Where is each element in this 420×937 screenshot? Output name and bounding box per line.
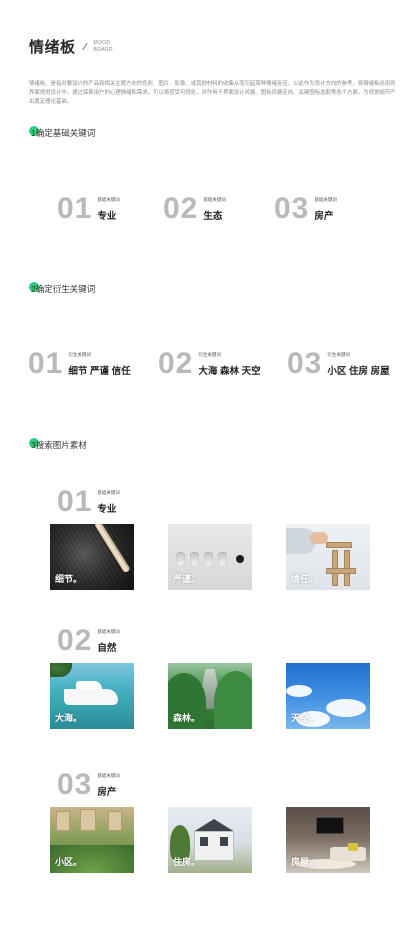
step-1-heading: 1确定基础关键词	[29, 126, 96, 139]
material-group-1-heading: 01 基础关键词专业	[57, 485, 120, 518]
base-keyword-2: 02 基础关键词生态	[163, 192, 226, 225]
image-caption: 细节。	[55, 574, 83, 584]
image-caption: 严谨。	[173, 574, 201, 584]
keyword-number: 02	[163, 192, 199, 225]
forest-image: 森林。	[168, 663, 252, 729]
keyword-number: 03	[274, 192, 310, 225]
step-2-heading: 2确定衍生关键词	[29, 282, 96, 295]
keyword-number: 03	[57, 768, 93, 801]
keyword-caption: 衍生关键词	[68, 352, 91, 357]
page-subtitle: MOOD BOARD	[94, 40, 113, 54]
title-divider	[81, 42, 88, 51]
keyword-caption: 衍生关键词	[327, 352, 350, 357]
keyword-word: 生态	[203, 211, 223, 222]
step-label: 3搜索图片素材	[31, 440, 87, 450]
intro-paragraph: 情绪板，是指对要设计的产品和相关主题方向的色彩、图片、影像、或其他材料的收集从而…	[29, 81, 396, 105]
keyword-number: 02	[57, 624, 93, 657]
room-image: 房屋。	[286, 807, 370, 873]
keyword-caption: 基础关键词	[97, 773, 120, 778]
keyword-word: 房产	[314, 211, 334, 222]
subtitle-line-1: MOOD	[93, 39, 111, 46]
blocks-image: 信任。	[286, 524, 370, 590]
step-3-heading: 3搜索图片素材	[29, 438, 87, 451]
material-group-2-heading: 02 基础关键词自然	[57, 624, 120, 657]
derived-keyword-1: 01 衍生关键词细节 严谨 信任	[28, 347, 131, 380]
keyword-caption: 衍生关键词	[198, 352, 221, 357]
base-keyword-1: 01 基础关键词专业	[57, 192, 120, 225]
keyword-word: 专业	[97, 504, 117, 515]
subtitle-line-2: BOARD	[93, 46, 113, 53]
step-label: 1确定基础关键词	[31, 128, 96, 138]
image-caption: 信任。	[291, 574, 319, 584]
keyword-number: 02	[158, 347, 194, 380]
keyword-number: 01	[57, 192, 93, 225]
material-group-3-heading: 03 基础关键词房产	[57, 768, 120, 801]
wire-detail-image: 细节。	[50, 524, 134, 590]
image-caption: 大海。	[55, 713, 83, 723]
estate-image: 小区。	[50, 807, 134, 873]
keyword-caption: 基础关键词	[97, 490, 120, 495]
derived-keyword-2: 02 衍生关键词大海 森林 天空	[158, 347, 261, 380]
house-image: 住房。	[168, 807, 252, 873]
page-header: 情绪板 MOOD BOARD	[29, 36, 113, 57]
sky-image: 天空。	[286, 663, 370, 729]
keyword-number: 03	[287, 347, 323, 380]
base-keyword-3: 03 基础关键词房产	[274, 192, 337, 225]
derived-keyword-3: 03 衍生关键词小区 住房 房屋	[287, 347, 390, 380]
boat-sea-image: 大海。	[50, 663, 134, 729]
slots-image: 严谨。	[168, 524, 252, 590]
image-caption: 房屋。	[291, 857, 319, 867]
image-caption: 天空。	[291, 713, 319, 723]
image-caption: 小区。	[55, 857, 83, 867]
image-caption: 住房。	[173, 857, 201, 867]
keyword-word: 专业	[97, 211, 117, 222]
image-caption: 森林。	[173, 713, 201, 723]
keyword-caption: 基础关键词	[97, 629, 120, 634]
page-title: 情绪板	[29, 39, 76, 56]
keyword-word: 房产	[97, 787, 117, 798]
keyword-words: 大海 森林 天空	[198, 366, 261, 377]
keyword-caption: 基础关键词	[97, 197, 120, 202]
keyword-words: 细节 严谨 信任	[68, 366, 131, 377]
keyword-word: 自然	[97, 643, 117, 654]
step-label: 2确定衍生关键词	[31, 284, 96, 294]
keyword-words: 小区 住房 房屋	[327, 366, 390, 377]
keyword-number: 01	[28, 347, 64, 380]
keyword-number: 01	[57, 485, 93, 518]
keyword-caption: 基础关键词	[314, 197, 337, 202]
keyword-caption: 基础关键词	[203, 197, 226, 202]
